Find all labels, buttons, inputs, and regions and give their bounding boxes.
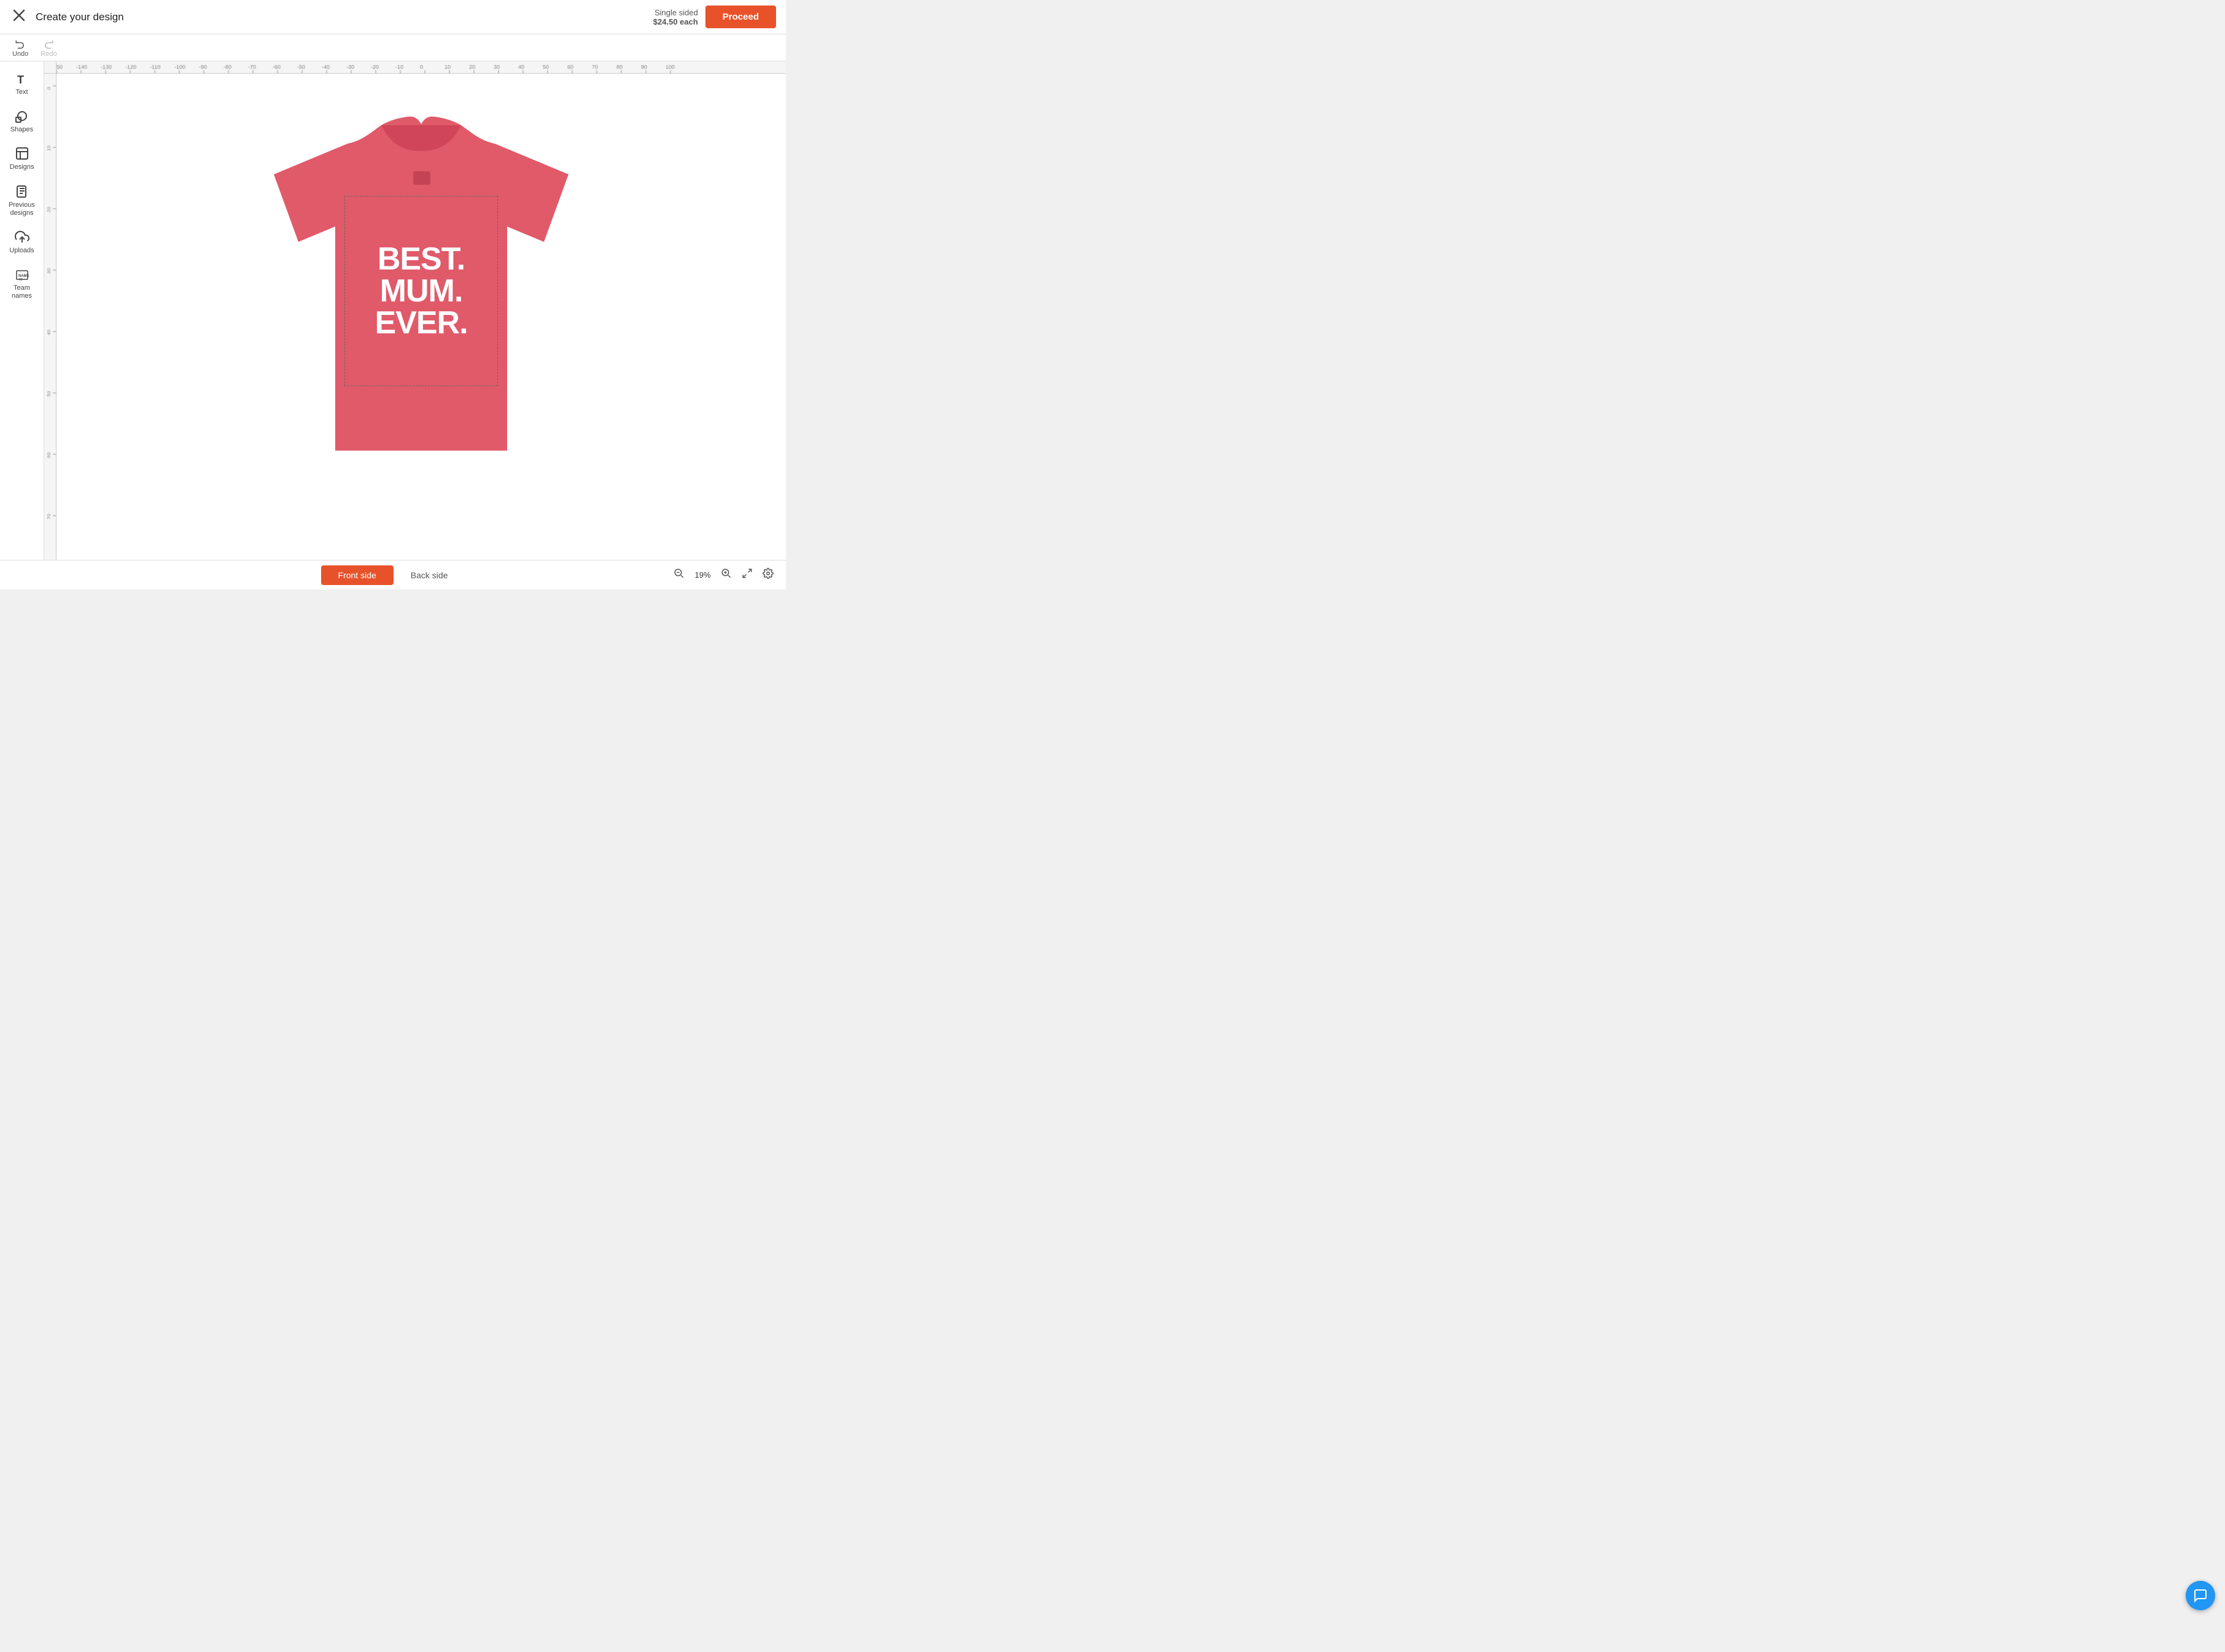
sidebar-item-previous-designs[interactable]: Previous designs [2,179,42,222]
pricing-info: Single sided $24.50 each [653,8,698,26]
ruler-corner [44,61,56,74]
settings-button[interactable] [760,565,776,584]
proceed-button[interactable]: Proceed [705,6,776,28]
page-title: Create your design [36,11,124,23]
ruler-vertical [44,74,56,560]
sidebar-team-names-label: Team names [5,284,39,300]
zoom-out-button[interactable] [671,565,687,584]
bottom-bar: Front side Back side 19% [0,560,786,589]
redo-label: Redo [41,50,56,58]
text-icon: T [15,71,29,86]
sidebar-text-label: Text [15,88,28,96]
design-overlay[interactable]: BEST.MUM.EVER. [344,196,498,386]
undo-button[interactable]: Undo [7,36,33,60]
sidebar-item-team-names[interactable]: NAME 00 Team names [2,262,42,305]
sidebar-item-designs[interactable]: Designs [2,141,42,176]
redo-button[interactable]: Redo [36,36,61,60]
sidebar-uploads-label: Uploads [9,247,34,255]
side-tabs: Front side Back side [321,565,465,585]
svg-text:00: 00 [19,278,23,282]
team-names-icon: NAME 00 [15,267,29,282]
fullscreen-button[interactable] [739,565,755,584]
design-canvas[interactable]: BEST.MUM.EVER. [56,74,786,560]
chat-button[interactable] [2186,1581,2215,1610]
pricing-label: Single sided [653,8,698,17]
header: Create your design Single sided $24.50 e… [0,0,786,34]
sidebar-previous-designs-label: Previous designs [5,201,39,217]
designs-icon [15,146,29,161]
front-side-tab[interactable]: Front side [321,565,394,585]
sidebar: T Text Shapes Designs Previous designs [0,61,44,560]
sidebar-item-shapes[interactable]: Shapes [2,104,42,139]
sidebar-item-uploads[interactable]: Uploads [2,225,42,260]
uploads-icon [15,230,29,244]
back-side-tab[interactable]: Back side [394,565,465,585]
sidebar-item-text[interactable]: T Text [2,66,42,101]
sidebar-shapes-label: Shapes [10,126,33,134]
zoom-in-button[interactable] [718,565,734,584]
toolbar: Undo Redo [0,34,786,61]
canvas-area: BEST.MUM.EVER. [44,61,786,560]
pricing-price: $24.50 each [653,17,698,26]
svg-text:T: T [17,74,24,86]
ruler-horizontal [56,61,786,74]
ruler-h-canvas [56,61,786,74]
ruler-v-canvas [44,74,56,560]
previous-designs-icon [15,184,29,199]
tshirt-container: BEST.MUM.EVER. [249,101,593,494]
close-button[interactable] [10,6,28,28]
sidebar-designs-label: Designs [10,163,34,171]
header-left: Create your design [10,6,124,28]
zoom-value: 19% [692,570,713,580]
shapes-icon [15,109,29,123]
undo-label: Undo [12,50,28,58]
main-area: T Text Shapes Designs Previous designs [0,61,786,560]
header-right: Single sided $24.50 each Proceed [653,6,776,28]
zoom-controls: 19% [671,565,776,584]
design-text-content: BEST.MUM.EVER. [375,243,467,339]
